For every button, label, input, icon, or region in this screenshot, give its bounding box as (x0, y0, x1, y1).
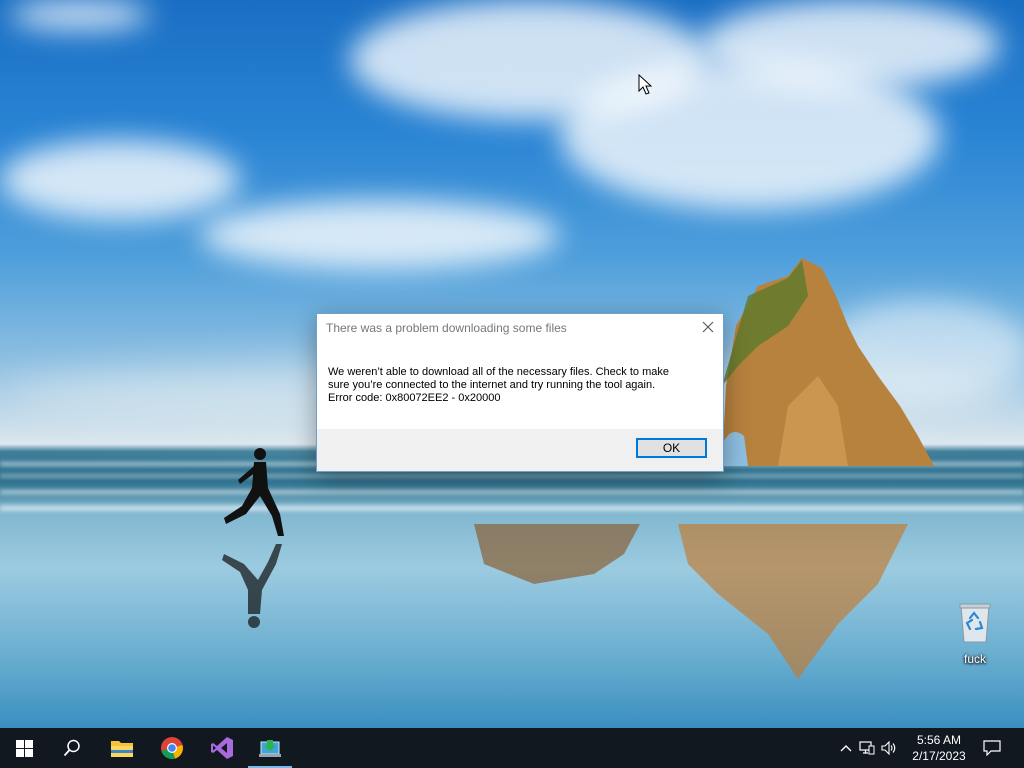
dialog-title: There was a problem downloading some fil… (326, 321, 567, 335)
close-icon (702, 321, 714, 333)
clock-time: 5:56 AM (916, 733, 962, 747)
ok-button[interactable]: OK (636, 438, 707, 458)
dialog-message: We weren’t able to download all of the n… (317, 342, 723, 428)
chrome-icon (161, 737, 183, 759)
taskbar-app-file-explorer[interactable] (98, 728, 146, 768)
message-line: sure you’re connected to the internet an… (328, 379, 656, 391)
runner-silhouette (224, 448, 284, 536)
taskbar: 5:56 AM 2/17/2023 (0, 728, 1024, 768)
dialog-titlebar[interactable]: There was a problem downloading some fil… (317, 314, 723, 342)
volume-button[interactable] (878, 728, 900, 768)
network-icon (859, 741, 875, 755)
visual-studio-icon (211, 737, 233, 759)
volume-icon (881, 741, 896, 755)
error-code-line: Error code: 0x80072EE2 - 0x20000 (328, 392, 501, 404)
message-line: We weren’t able to download all of the n… (328, 366, 669, 378)
recycle-bin-icon (958, 600, 992, 644)
error-dialog: There was a problem downloading some fil… (316, 313, 724, 472)
mouse-cursor-icon (638, 74, 652, 95)
folder-icon (111, 741, 133, 757)
action-center-icon (983, 740, 1001, 756)
show-hidden-icons-button[interactable] (836, 728, 856, 768)
taskbar-app-chrome[interactable] (148, 728, 196, 768)
rock-reflection-right (678, 524, 908, 679)
rock-arch (722, 258, 934, 466)
search-button[interactable] (48, 728, 96, 768)
windows-logo-icon (15, 739, 33, 757)
desktop-icon-recycle-bin[interactable]: fuck (944, 600, 1006, 666)
clock-date: 2/17/2023 (912, 749, 966, 763)
action-center-button[interactable] (972, 728, 1012, 768)
desktop-icon-label: fuck (963, 652, 986, 666)
runner-reflection (222, 544, 282, 628)
chevron-up-icon (840, 745, 852, 752)
search-icon (63, 739, 80, 757)
close-button[interactable] (699, 318, 717, 336)
start-button[interactable] (0, 728, 48, 768)
rock-reflection-left (474, 524, 640, 584)
system-tray (836, 728, 900, 768)
taskbar-clock[interactable]: 5:56 AM 2/17/2023 (906, 732, 972, 764)
network-button[interactable] (856, 728, 878, 768)
taskbar-app-media-creation-tool[interactable] (246, 728, 294, 768)
taskbar-app-visual-studio[interactable] (198, 728, 246, 768)
media-creation-tool-icon (259, 740, 281, 757)
dialog-footer: OK (317, 429, 723, 471)
